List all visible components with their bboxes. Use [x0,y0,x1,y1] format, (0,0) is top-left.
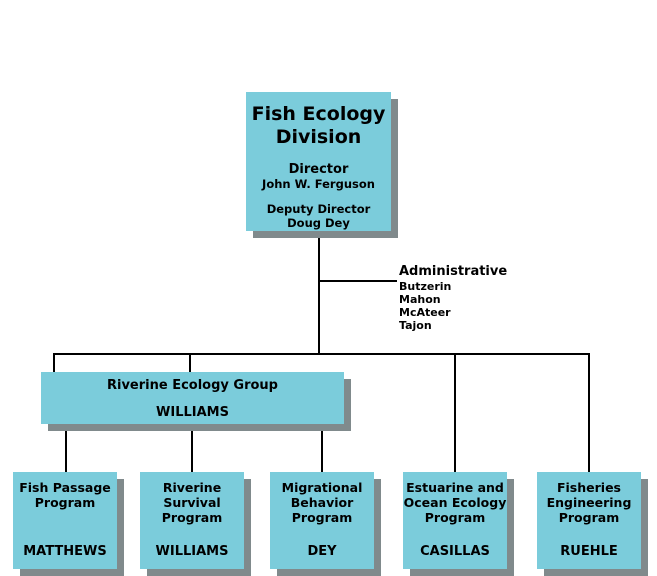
administrative-name: McAteer [399,306,451,319]
connector-drop-col-5 [588,353,590,473]
node-estuarine-and-ocean-ecology-program[interactable]: Estuarine and Ocean Ecology Program CASI… [403,472,507,569]
administrative-name: Butzerin [399,280,452,293]
program-title: Estuarine and Ocean Ecology Program [403,480,507,525]
administrative-name: Mahon [399,293,441,306]
connector-drop-group-mid [189,353,191,373]
root-deputy-label: Deputy Director [266,202,371,216]
group-title: Riverine Ecology Group [106,377,278,393]
connector-drop-col-1 [65,424,67,473]
node-migrational-behavior-program[interactable]: Migrational Behavior Program DEY [270,472,374,569]
node-fish-passage-program[interactable]: Fish Passage Program MATTHEWS [13,472,117,569]
connector-administrative-stub [318,280,397,282]
program-lead: MATTHEWS [23,544,107,559]
program-lead: CASILLAS [420,544,490,559]
node-fish-ecology-division[interactable]: Fish Ecology Division Director John W. F… [246,92,391,231]
administrative-block: Administrative Butzerin Mahon McAteer Ta… [399,264,559,332]
connector-root-trunk [318,231,320,354]
connector-drop-col-3 [321,424,323,473]
program-lead: WILLIAMS [155,544,229,559]
connector-drop-col-4 [454,353,456,473]
connector-drop-col-2 [191,424,193,473]
root-director-name: John W. Ferguson [262,177,375,191]
program-lead: DEY [307,544,337,559]
root-title: Fish Ecology Division [251,103,386,148]
administrative-name: Tajon [399,319,432,332]
administrative-title: Administrative [399,264,508,279]
root-deputy-name: Doug Dey [287,216,350,230]
program-title: Fisheries Engineering Program [546,480,632,525]
root-director-label: Director [288,162,349,177]
connector-drop-group-left [53,353,55,373]
org-chart: Fish Ecology Division Director John W. F… [0,0,657,576]
node-riverine-survival-program[interactable]: Riverine Survival Program WILLIAMS [140,472,244,569]
program-lead: RUEHLE [560,544,618,559]
group-lead: WILLIAMS [156,404,229,420]
node-fisheries-engineering-program[interactable]: Fisheries Engineering Program RUEHLE [537,472,641,569]
node-riverine-ecology-group[interactable]: Riverine Ecology Group WILLIAMS [41,372,344,424]
program-title: Migrational Behavior Program [281,480,363,525]
program-title: Fish Passage Program [19,480,111,510]
connector-horizontal-bus [53,353,590,355]
program-title: Riverine Survival Program [161,480,223,525]
